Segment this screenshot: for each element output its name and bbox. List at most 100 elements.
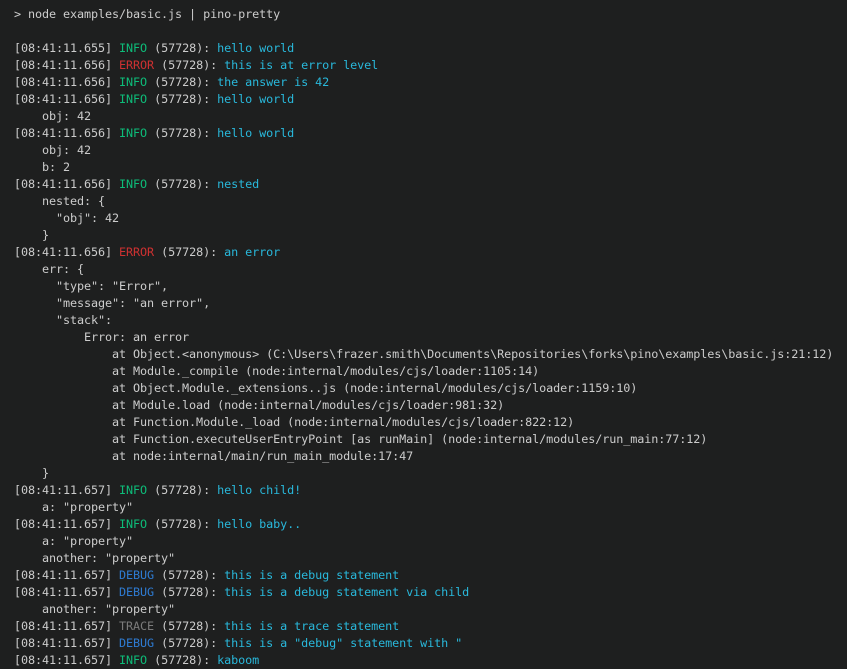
- terminal-text-segment: ERROR: [119, 58, 154, 72]
- terminal-text-segment: at Object.<anonymous> (C:\Users\frazer.s…: [14, 347, 833, 361]
- terminal-text-segment: INFO: [119, 126, 147, 140]
- terminal-text-segment: at Function.executeUserEntryPoint [as ru…: [14, 432, 707, 446]
- terminal-text-segment: hello baby..: [217, 517, 301, 531]
- terminal-line: [08:41:11.656] INFO (57728): hello world: [14, 125, 847, 142]
- terminal-text-segment: (57728):: [154, 636, 224, 650]
- terminal-text-segment: }: [14, 466, 49, 480]
- terminal-line: at node:internal/main/run_main_module:17…: [14, 448, 847, 465]
- terminal-line: [08:41:11.657] INFO (57728): hello baby.…: [14, 516, 847, 533]
- terminal-line: err: {: [14, 261, 847, 278]
- terminal-text-segment: INFO: [119, 41, 147, 55]
- terminal-text-segment: nested: {: [14, 194, 105, 208]
- terminal-text-segment: another: "property": [14, 602, 175, 616]
- terminal-line: }: [14, 465, 847, 482]
- terminal-line: b: 2: [14, 159, 847, 176]
- terminal-text-segment: this is a trace statement: [224, 619, 399, 633]
- terminal-line: another: "property": [14, 550, 847, 567]
- terminal-text-segment: "type": "Error",: [14, 279, 168, 293]
- terminal-line: at Module.load (node:internal/modules/cj…: [14, 397, 847, 414]
- terminal-text-segment: (57728):: [147, 75, 217, 89]
- terminal-text-segment: (57728):: [147, 517, 217, 531]
- terminal-text-segment: this is a debug statement: [224, 568, 399, 582]
- terminal-text-segment: at Module.load (node:internal/modules/cj…: [14, 398, 504, 412]
- terminal-text-segment: hello world: [217, 41, 294, 55]
- terminal-text-segment: b: 2: [14, 160, 70, 174]
- terminal-text-segment: kaboom: [217, 653, 259, 667]
- terminal-text-segment: hello world: [217, 126, 294, 140]
- terminal-text-segment: obj: 42: [14, 143, 91, 157]
- terminal-text-segment: [08:41:11.656]: [14, 58, 119, 72]
- terminal-line: [08:41:11.656] INFO (57728): hello world: [14, 91, 847, 108]
- terminal-line: > node examples/basic.js | pino-pretty: [14, 6, 847, 23]
- terminal-text-segment: INFO: [119, 483, 147, 497]
- terminal-line: another: "property": [14, 601, 847, 618]
- terminal-text-segment: (57728):: [154, 619, 224, 633]
- terminal-text-segment: (57728):: [154, 58, 224, 72]
- terminal-text-segment: [08:41:11.656]: [14, 126, 119, 140]
- terminal-text-segment: INFO: [119, 92, 147, 106]
- terminal-line: [08:41:11.655] INFO (57728): hello world: [14, 40, 847, 57]
- terminal-line: nested: {: [14, 193, 847, 210]
- terminal-text-segment: (57728):: [154, 585, 224, 599]
- terminal-text-segment: ERROR: [119, 245, 154, 259]
- terminal-line: [08:41:11.656] ERROR (57728): this is at…: [14, 57, 847, 74]
- terminal-line: a: "property": [14, 533, 847, 550]
- terminal-line: [08:41:11.657] DEBUG (57728): this is a …: [14, 635, 847, 652]
- terminal-text-segment: Error: an error: [14, 330, 189, 344]
- terminal-text-segment: (57728):: [147, 483, 217, 497]
- terminal-text-segment: INFO: [119, 177, 147, 191]
- terminal-text-segment: }: [14, 228, 49, 242]
- terminal-text-segment: (57728):: [147, 653, 217, 667]
- terminal-text-segment: "obj": 42: [14, 211, 119, 225]
- terminal-text-segment: another: "property": [14, 551, 175, 565]
- terminal-line: [08:41:11.657] DEBUG (57728): this is a …: [14, 567, 847, 584]
- terminal-line: [08:41:11.657] INFO (57728): kaboom: [14, 652, 847, 669]
- terminal-text-segment: "message": "an error",: [14, 296, 210, 310]
- terminal-line: a: "property": [14, 499, 847, 516]
- terminal-line: "type": "Error",: [14, 278, 847, 295]
- terminal-text-segment: (57728):: [147, 177, 217, 191]
- terminal-text-segment: TRACE: [119, 619, 154, 633]
- terminal-line: at Function.Module._load (node:internal/…: [14, 414, 847, 431]
- terminal-text-segment: (57728):: [147, 92, 217, 106]
- terminal-text-segment: at Object.Module._extensions..js (node:i…: [14, 381, 637, 395]
- terminal-text-segment: obj: 42: [14, 109, 91, 123]
- terminal-text-segment: [08:41:11.657]: [14, 653, 119, 667]
- terminal-text-segment: DEBUG: [119, 585, 154, 599]
- terminal-line: at Object.<anonymous> (C:\Users\frazer.s…: [14, 346, 847, 363]
- terminal-text-segment: a: "property": [14, 500, 133, 514]
- terminal-line: "message": "an error",: [14, 295, 847, 312]
- terminal-text-segment: err: {: [14, 262, 84, 276]
- terminal-text-segment: an error: [224, 245, 280, 259]
- terminal-line: at Object.Module._extensions..js (node:i…: [14, 380, 847, 397]
- terminal-text-segment: INFO: [119, 517, 147, 531]
- terminal-text-segment: (57728):: [147, 41, 217, 55]
- terminal-text-segment: nested: [217, 177, 259, 191]
- terminal-text-segment: [08:41:11.656]: [14, 177, 119, 191]
- terminal-text-segment: [08:41:11.657]: [14, 568, 119, 582]
- terminal-line: [08:41:11.657] DEBUG (57728): this is a …: [14, 584, 847, 601]
- terminal-line: at Module._compile (node:internal/module…: [14, 363, 847, 380]
- terminal-text-segment: [08:41:11.657]: [14, 585, 119, 599]
- terminal-text-segment: DEBUG: [119, 636, 154, 650]
- terminal-text-segment: [08:41:11.657]: [14, 619, 119, 633]
- terminal-text-segment: at Function.Module._load (node:internal/…: [14, 415, 574, 429]
- terminal-line: [08:41:11.656] INFO (57728): nested: [14, 176, 847, 193]
- terminal-line: [08:41:11.656] ERROR (57728): an error: [14, 244, 847, 261]
- terminal-text-segment: this is at error level: [224, 58, 378, 72]
- terminal-text-segment: [08:41:11.657]: [14, 517, 119, 531]
- terminal-text-segment: the answer is 42: [217, 75, 329, 89]
- terminal-text-segment: [08:41:11.655]: [14, 41, 119, 55]
- terminal-text-segment: [08:41:11.657]: [14, 483, 119, 497]
- terminal-line: "stack":: [14, 312, 847, 329]
- terminal-text-segment: > node examples/basic.js | pino-pretty: [14, 7, 280, 21]
- terminal-text-segment: this is a "debug" statement with ": [224, 636, 462, 650]
- terminal-text-segment: DEBUG: [119, 568, 154, 582]
- terminal-text-segment: INFO: [119, 653, 147, 667]
- terminal-line: [08:41:11.657] TRACE (57728): this is a …: [14, 618, 847, 635]
- terminal-text-segment: (57728):: [154, 245, 224, 259]
- terminal-text-segment: [08:41:11.657]: [14, 636, 119, 650]
- terminal-line: "obj": 42: [14, 210, 847, 227]
- terminal-text-segment: at node:internal/main/run_main_module:17…: [14, 449, 413, 463]
- terminal-output[interactable]: > node examples/basic.js | pino-pretty […: [0, 0, 847, 669]
